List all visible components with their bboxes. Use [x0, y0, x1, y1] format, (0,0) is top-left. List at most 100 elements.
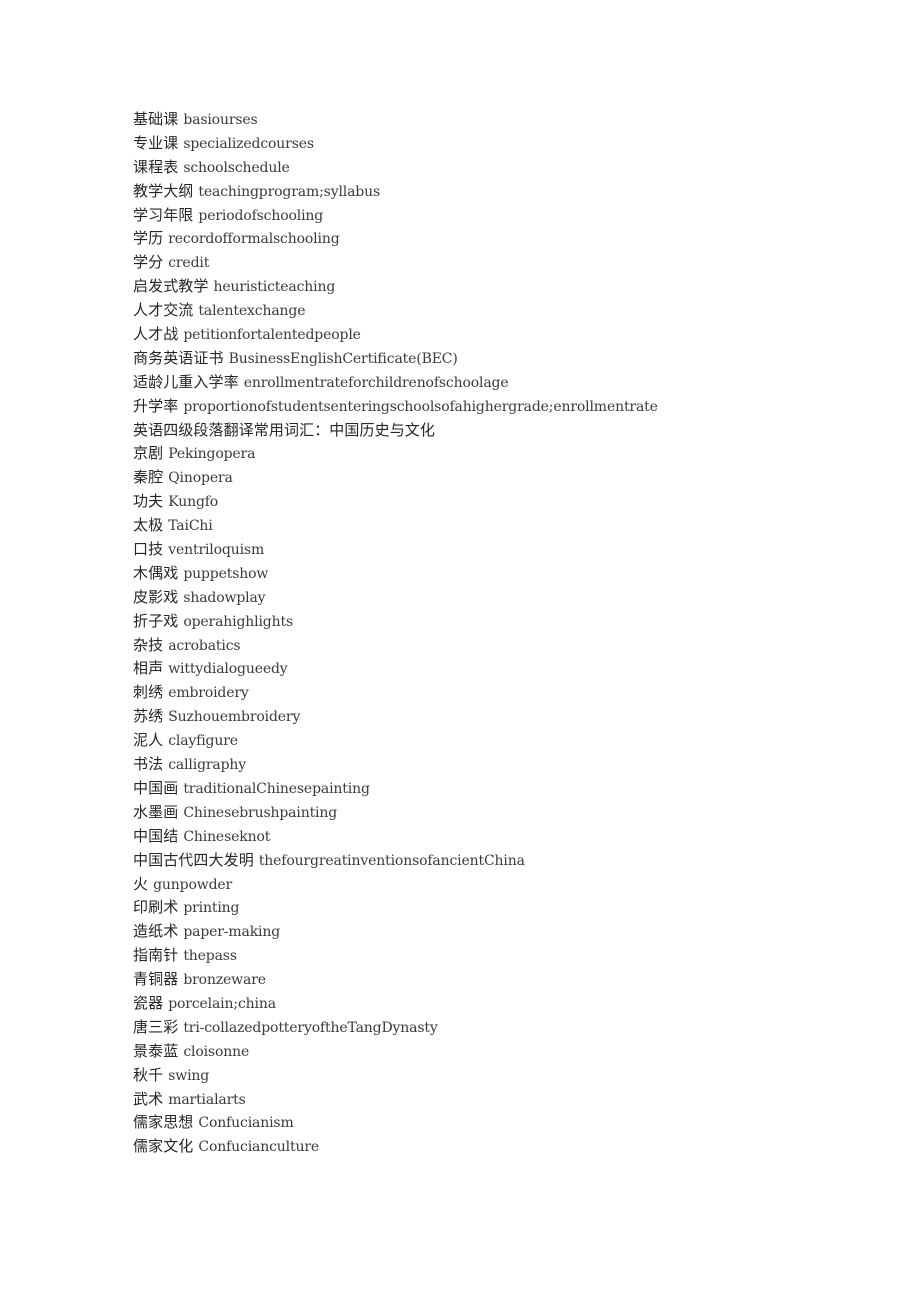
vocabulary-line: 刺绣 embroidery	[133, 681, 893, 705]
vocabulary-line: 中国古代四大发明 thefourgreatinventionsofancientC…	[133, 849, 893, 873]
document-page: 基础课 basiourses 专业课 specializedcourses 课程表 sch…	[0, 0, 920, 1302]
vocabulary-line: 火 gunpowder	[133, 873, 893, 897]
chinese-term: 中国画	[133, 778, 179, 797]
vocabulary-line: 皮影戏 shadowplay	[133, 586, 893, 610]
vocabulary-line: 秋千 swing	[133, 1064, 893, 1088]
english-term: enrollmentrateforchildrenofschoolage	[243, 374, 509, 391]
chinese-term: 造纸术	[133, 922, 179, 941]
vocabulary-list: 基础课 basiourses 专业课 specializedcourses 课程表 sch…	[133, 108, 893, 1159]
english-term: Confucianculture	[198, 1139, 319, 1156]
vocabulary-line: 口技 ventriloquism	[133, 538, 893, 562]
english-term: Chineseknot	[183, 828, 271, 845]
chinese-term: 升学率	[133, 396, 179, 415]
chinese-term: 杂技	[133, 635, 164, 654]
english-term: paper-making	[183, 924, 281, 941]
vocabulary-line: 人才战 petitionfortalentedpeople	[133, 323, 893, 347]
chinese-term: 景泰蓝	[133, 1041, 179, 1060]
chinese-term: 中国结	[133, 826, 179, 845]
vocabulary-line: 泥人 clayfigure	[133, 729, 893, 753]
chinese-term: 启发式教学	[133, 277, 209, 296]
chinese-term: 泥人	[133, 731, 164, 750]
english-term: Suzhouembroidery	[168, 709, 301, 726]
chinese-term: 商务英语证书	[133, 348, 224, 367]
chinese-term: 基础课	[133, 110, 179, 128]
vocabulary-line: 指南针 thepass	[133, 944, 893, 968]
chinese-term: 功夫	[133, 492, 164, 511]
vocabulary-line: 秦腔 Qinopera	[133, 466, 893, 490]
chinese-term: 英语四级段落翻译常用词汇：中国历史与文化	[133, 420, 436, 439]
english-term: TaiChi	[168, 518, 213, 535]
chinese-term: 皮影戏	[133, 587, 179, 606]
english-term: schoolschedule	[183, 159, 290, 176]
english-term: clayfigure	[168, 733, 238, 750]
chinese-term: 口技	[133, 540, 164, 559]
chinese-term: 适龄儿重入学率	[133, 372, 239, 391]
vocabulary-line: 京剧 Pekingopera	[133, 442, 893, 466]
english-term: Chinesebrushpainting	[183, 804, 338, 821]
chinese-term: 指南针	[133, 946, 179, 965]
vocabulary-line: 学分 credit	[133, 251, 893, 275]
vocabulary-line: 适龄儿重入学率 enrollmentrateforchildrenofschool…	[133, 371, 893, 395]
vocabulary-line: 苏绣 Suzhouembroidery	[133, 705, 893, 729]
english-term: tri-collazedpotteryoftheTangDynasty	[183, 1019, 438, 1036]
english-term: Kungfo	[168, 494, 219, 511]
english-term: puppetshow	[183, 565, 269, 582]
english-term: recordofformalschooling	[168, 231, 340, 248]
chinese-term: 人才交流	[133, 301, 194, 320]
english-term: thefourgreatinventionsofancientChina	[258, 852, 525, 869]
english-term: proportionofstudentsenteringschoolsofahi…	[183, 398, 658, 415]
chinese-term: 书法	[133, 755, 164, 774]
english-term: BusinessEnglishCertificate(BEC)	[228, 350, 458, 367]
chinese-term: 学习年限	[133, 205, 194, 224]
english-term: swing	[168, 1067, 210, 1084]
english-term: thepass	[183, 948, 237, 965]
chinese-term: 京剧	[133, 444, 164, 463]
vocabulary-line: 相声 wittydialogueedy	[133, 657, 893, 681]
vocabulary-line: 升学率 proportionofstudentsenteringschoolsof…	[133, 395, 893, 419]
vocabulary-line: 折子戏 operahighlights	[133, 610, 893, 634]
english-term: teachingprogram;syllabus	[198, 183, 381, 200]
vocabulary-line: 专业课 specializedcourses	[133, 132, 893, 156]
english-term: credit	[168, 255, 210, 272]
chinese-term: 瓷器	[133, 993, 164, 1012]
english-term: talentexchange	[198, 303, 306, 320]
chinese-term: 中国古代四大发明	[133, 850, 254, 869]
vocabulary-line: 儒家文化 Confucianculture	[133, 1135, 893, 1159]
vocabulary-line: 课程表 schoolschedule	[133, 156, 893, 180]
vocabulary-line: 印刷术 printing	[133, 896, 893, 920]
vocabulary-line: 学习年限 periodofschooling	[133, 204, 893, 228]
chinese-term: 专业课	[133, 133, 179, 152]
english-term: Pekingopera	[168, 446, 256, 463]
english-term: Confucianism	[198, 1115, 294, 1132]
vocabulary-line: 人才交流 talentexchange	[133, 299, 893, 323]
english-term: bronzeware	[183, 972, 266, 989]
vocabulary-line: 中国画 traditionalChinesepainting	[133, 777, 893, 801]
chinese-term: 印刷术	[133, 898, 179, 917]
english-term: periodofschooling	[198, 207, 324, 224]
vocabulary-line: 唐三彩 tri-collazedpotteryoftheTangDynasty	[133, 1016, 893, 1040]
vocabulary-line: 瓷器 porcelain;china	[133, 992, 893, 1016]
vocabulary-line: 功夫 Kungfo	[133, 490, 893, 514]
english-term: petitionfortalentedpeople	[183, 327, 361, 344]
chinese-term: 水墨画	[133, 802, 179, 821]
english-term: heuristicteaching	[213, 279, 336, 296]
english-term: porcelain;china	[168, 995, 276, 1012]
chinese-term: 苏绣	[133, 707, 164, 726]
english-term: cloisonne	[183, 1043, 250, 1060]
vocabulary-line: 儒家思想 Confucianism	[133, 1111, 893, 1135]
vocabulary-line: 教学大纲 teachingprogram;syllabus	[133, 180, 893, 204]
chinese-term: 武术	[133, 1089, 164, 1108]
english-term: wittydialogueedy	[168, 661, 288, 678]
english-term: martialarts	[168, 1091, 246, 1108]
english-term: traditionalChinesepainting	[183, 780, 370, 797]
vocabulary-line: 商务英语证书 BusinessEnglishCertificate(BEC)	[133, 347, 893, 371]
chinese-term: 秋千	[133, 1065, 164, 1084]
chinese-term: 儒家文化	[133, 1137, 194, 1156]
chinese-term: 折子戏	[133, 611, 179, 630]
english-term: calligraphy	[168, 757, 247, 774]
chinese-term: 木偶戏	[133, 563, 179, 582]
english-term: basiourses	[183, 112, 258, 128]
section-heading: 英语四级段落翻译常用词汇：中国历史与文化	[133, 419, 893, 443]
vocabulary-line: 造纸术 paper-making	[133, 920, 893, 944]
chinese-term: 课程表	[133, 157, 179, 176]
